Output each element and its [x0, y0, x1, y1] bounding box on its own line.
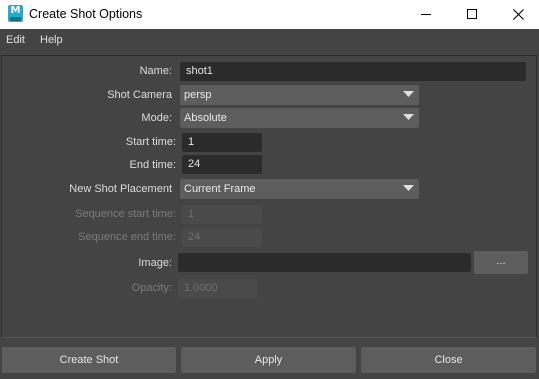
opacity-field: 1.0000: [178, 279, 257, 298]
chevron-down-icon: [399, 85, 419, 105]
start-time-label: Start time:: [125, 136, 176, 148]
sequence-end-time-field: 24: [182, 228, 262, 247]
shot-camera-dropdown[interactable]: persp: [180, 85, 419, 105]
new-shot-placement-label: New Shot Placement: [69, 183, 172, 195]
name-label: Name:: [139, 65, 172, 77]
maya-icon: M: [8, 5, 23, 22]
start-time-field[interactable]: 1: [182, 133, 262, 152]
image-path-field[interactable]: [178, 253, 471, 272]
create-shot-button[interactable]: Create Shot: [2, 347, 176, 373]
maximize-button[interactable]: [449, 0, 495, 29]
minimize-icon: [421, 14, 431, 15]
mode-dropdown[interactable]: Absolute: [180, 108, 419, 128]
chevron-down-icon: [399, 108, 419, 128]
end-time-field[interactable]: 24: [182, 155, 262, 174]
mode-value: Absolute: [184, 112, 227, 124]
opacity-label: Opacity:: [131, 282, 172, 294]
new-shot-placement-value: Current Frame: [184, 183, 256, 195]
shot-camera-value: persp: [184, 89, 212, 101]
new-shot-placement-dropdown[interactable]: Current Frame: [180, 179, 419, 199]
sequence-end-time-label: Sequence end time:: [78, 231, 176, 243]
apply-button[interactable]: Apply: [181, 347, 356, 373]
sequence-start-time-label: Sequence start time:: [75, 208, 176, 220]
shot-camera-label: Shot Camera: [107, 89, 172, 101]
end-time-label: End time:: [129, 159, 176, 171]
browse-image-button[interactable]: ...: [474, 251, 528, 274]
menu-help[interactable]: Help: [40, 34, 63, 47]
mode-label: Mode:: [141, 112, 172, 124]
menu-bar: Edit Help: [0, 29, 539, 51]
chevron-down-icon: [399, 179, 419, 199]
app-icon-letter: M: [10, 5, 21, 16]
maximize-icon: [467, 9, 477, 19]
menu-edit[interactable]: Edit: [6, 34, 25, 47]
close-icon: [513, 9, 524, 20]
title-bar: M Create Shot Options: [0, 0, 539, 29]
window-title: Create Shot Options: [29, 7, 143, 21]
minimize-button[interactable]: [403, 0, 449, 29]
sequence-start-time-field: 1: [182, 205, 262, 224]
close-window-button[interactable]: [495, 0, 539, 29]
close-button[interactable]: Close: [361, 347, 536, 373]
image-label: Image:: [138, 257, 172, 269]
name-field[interactable]: shot1: [180, 62, 526, 81]
